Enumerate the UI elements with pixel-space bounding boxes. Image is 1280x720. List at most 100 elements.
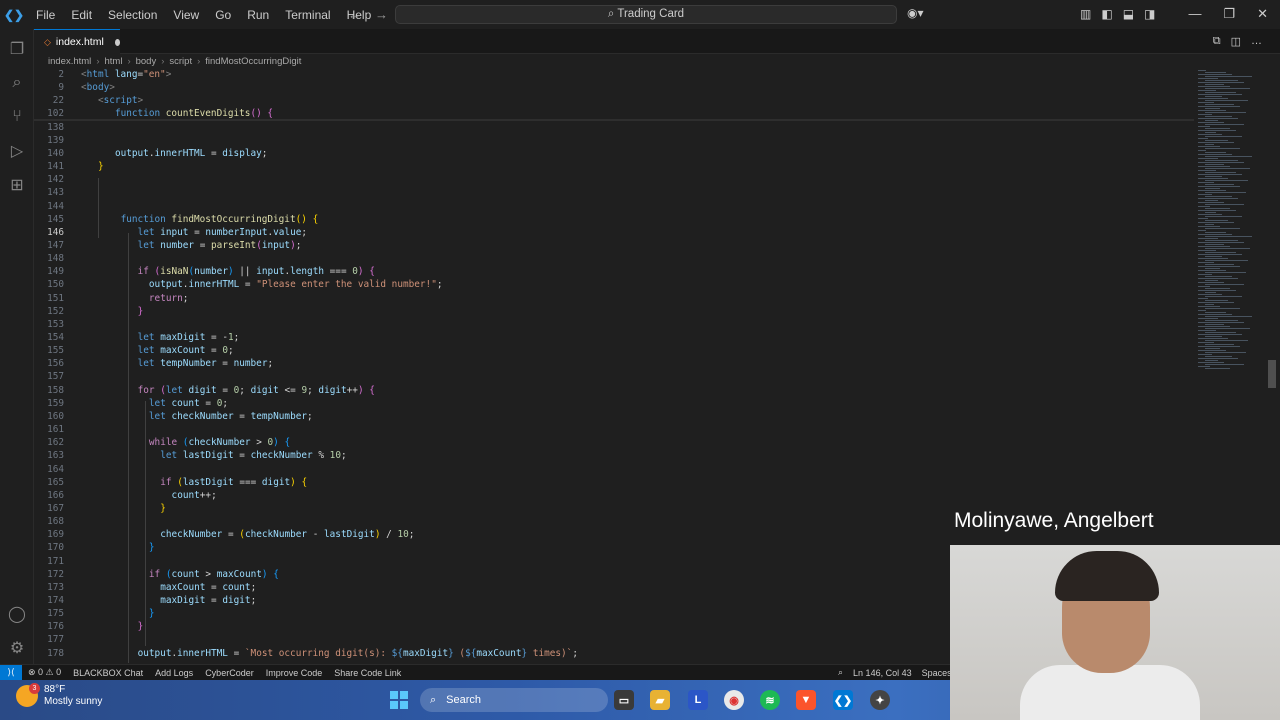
menu-view[interactable]: View [165,8,207,22]
code-line[interactable]: 22 <script> [34,94,1184,108]
code-line[interactable]: 144 [34,200,1184,213]
code-line[interactable]: 2 <html lang="en"> [34,68,1184,81]
menu-run[interactable]: Run [239,8,277,22]
minimap-line [1205,340,1248,341]
breadcrumb-html[interactable]: html [104,56,122,67]
code-line[interactable]: 146 let input = numberInput.value; [34,226,1184,239]
problems-count[interactable]: ⊗ 0 ⚠ 0 [22,667,67,678]
restore-icon[interactable]: ❐ [1223,6,1235,22]
menu-file[interactable]: File [28,8,63,22]
webcam-feed [950,545,1280,720]
l-app-icon[interactable]: L [688,690,708,710]
code-line[interactable]: 9 <body> [34,81,1184,95]
code-line[interactable]: 165 if (lastDigit === digit) { [34,476,1184,489]
vscode-icon[interactable]: ❮❯ [833,690,853,710]
code-line[interactable]: 161 [34,423,1184,436]
code-line[interactable]: 163 let lastDigit = checkNumber % 10; [34,449,1184,462]
forward-arrow-icon[interactable]: → [375,7,388,22]
app-icon[interactable]: ✦ [870,690,890,710]
brave-icon[interactable]: ▼ [796,690,816,710]
toggle-sidebar-icon[interactable]: ◧ [1101,7,1112,21]
breadcrumb-file[interactable]: index.html [48,56,91,67]
share-code-link[interactable]: Share Code Link [328,668,407,678]
breadcrumb-script[interactable]: script [169,56,192,67]
menu-terminal[interactable]: Terminal [277,8,338,22]
minimize-icon[interactable]: — [1188,6,1201,22]
line-number: 140 [47,147,64,159]
code-line[interactable]: 147 let number = parseInt(input); [34,239,1184,252]
weather-widget[interactable]: 3 88°F Mostly sunny [16,683,102,708]
menu-edit[interactable]: Edit [63,8,100,22]
menu-go[interactable]: Go [207,8,239,22]
code-line[interactable]: 141} [34,160,1184,173]
code-line[interactable]: 155 let maxCount = 0; [34,344,1184,357]
unsaved-dot-icon[interactable] [114,38,120,46]
copilot-icon[interactable]: ◉▾ [907,6,924,20]
code-line[interactable]: 159 let count = 0; [34,397,1184,410]
cursor-position[interactable]: Ln 146, Col 43 [853,668,912,678]
breadcrumb-body[interactable]: body [136,56,157,67]
code-line[interactable]: 160 let checkNumber = tempNumber; [34,410,1184,423]
code-line[interactable]: 140 output.innerHTML = display; [34,147,1184,160]
code-line[interactable]: 145 function findMostOccurringDigit() { [34,213,1184,226]
split-editor-icon[interactable]: ◫ [1231,35,1241,48]
code-line[interactable]: 149 if (isNaN(number) || input.length ===… [34,265,1184,278]
improve-code[interactable]: Improve Code [260,668,329,678]
minimap-line [1198,266,1240,267]
code-line[interactable]: 151 return; [34,292,1184,305]
spotify-icon[interactable]: ≋ [760,690,780,710]
search-icon[interactable]: ⌕ [0,66,34,100]
code-line[interactable]: 148 [34,252,1184,265]
code-line[interactable]: 156 let tempNumber = number; [34,357,1184,370]
code-line[interactable]: 162 while (checkNumber > 0) { [34,436,1184,449]
blackbox-chat[interactable]: BLACKBOX Chat [67,668,149,678]
code-line[interactable]: 142 [34,173,1184,186]
code-line[interactable]: 153 [34,318,1184,331]
cybercoder[interactable]: CyberCoder [199,668,260,678]
command-center[interactable]: ⌕ Trading Card [395,5,897,24]
task-view-icon[interactable]: ▭ [614,690,634,710]
open-changes-icon[interactable]: ⧉ [1213,35,1221,48]
file-explorer-icon[interactable]: ▰ [650,690,670,710]
indentation[interactable]: Spaces [922,668,952,678]
code-line[interactable]: 157 [34,370,1184,383]
windows-start-icon[interactable] [390,691,408,709]
close-icon[interactable]: ✕ [1257,6,1268,22]
code-line[interactable]: 143 [34,186,1184,199]
code-line[interactable]: 139 [34,134,1184,147]
account-icon[interactable]: ◯ [0,597,34,631]
layout-panel-icon[interactable]: ▥ [1080,7,1091,21]
back-arrow-icon[interactable]: ← [348,7,361,22]
html-file-icon: ◇ [44,36,51,47]
zoom-icon[interactable]: ⌕ [838,667,843,678]
add-logs[interactable]: Add Logs [149,668,199,678]
taskbar-search[interactable]: ⌕ Search [420,688,608,712]
breadcrumb-function[interactable]: findMostOccurringDigit [205,56,301,67]
minimap-line [1198,154,1232,155]
code-line[interactable]: 166 count++; [34,489,1184,502]
line-number: 163 [47,450,64,462]
code-line[interactable]: 150 output.innerHTML = "Please enter the … [34,278,1184,291]
code-line[interactable]: 158 for (let digit = 0; digit <= 9; digit… [34,384,1184,397]
more-actions-icon[interactable]: … [1251,35,1262,48]
editor-scrollbar[interactable] [1268,360,1276,388]
source-control-icon[interactable]: ⑂ [0,100,34,134]
extensions-icon[interactable]: ⊞ [0,168,34,202]
remote-indicator-icon[interactable]: ⟩⟨ [0,664,22,681]
code-text: let number = parseInt(input); [137,239,302,251]
toggle-panel-icon[interactable]: ⬓ [1123,7,1134,21]
code-line[interactable]: 138 [34,121,1184,134]
gear-icon[interactable]: ⚙ [0,631,34,665]
code-line[interactable]: 164 [34,463,1184,476]
code-line[interactable]: 154 let maxDigit = -1; [34,331,1184,344]
menu-selection[interactable]: Selection [100,8,165,22]
tab-index-html[interactable]: ◇ index.html [34,29,120,54]
explorer-icon[interactable]: ❐ [0,32,34,66]
toggle-secondary-sidebar-icon[interactable]: ◨ [1144,7,1155,21]
code-line[interactable]: 152} [34,305,1184,318]
line-number: 147 [47,239,64,251]
minimap-line [1205,80,1238,81]
run-debug-icon[interactable]: ▷ [0,134,34,168]
minimap-line [1205,136,1242,137]
chrome-icon[interactable]: ◉ [724,690,744,710]
